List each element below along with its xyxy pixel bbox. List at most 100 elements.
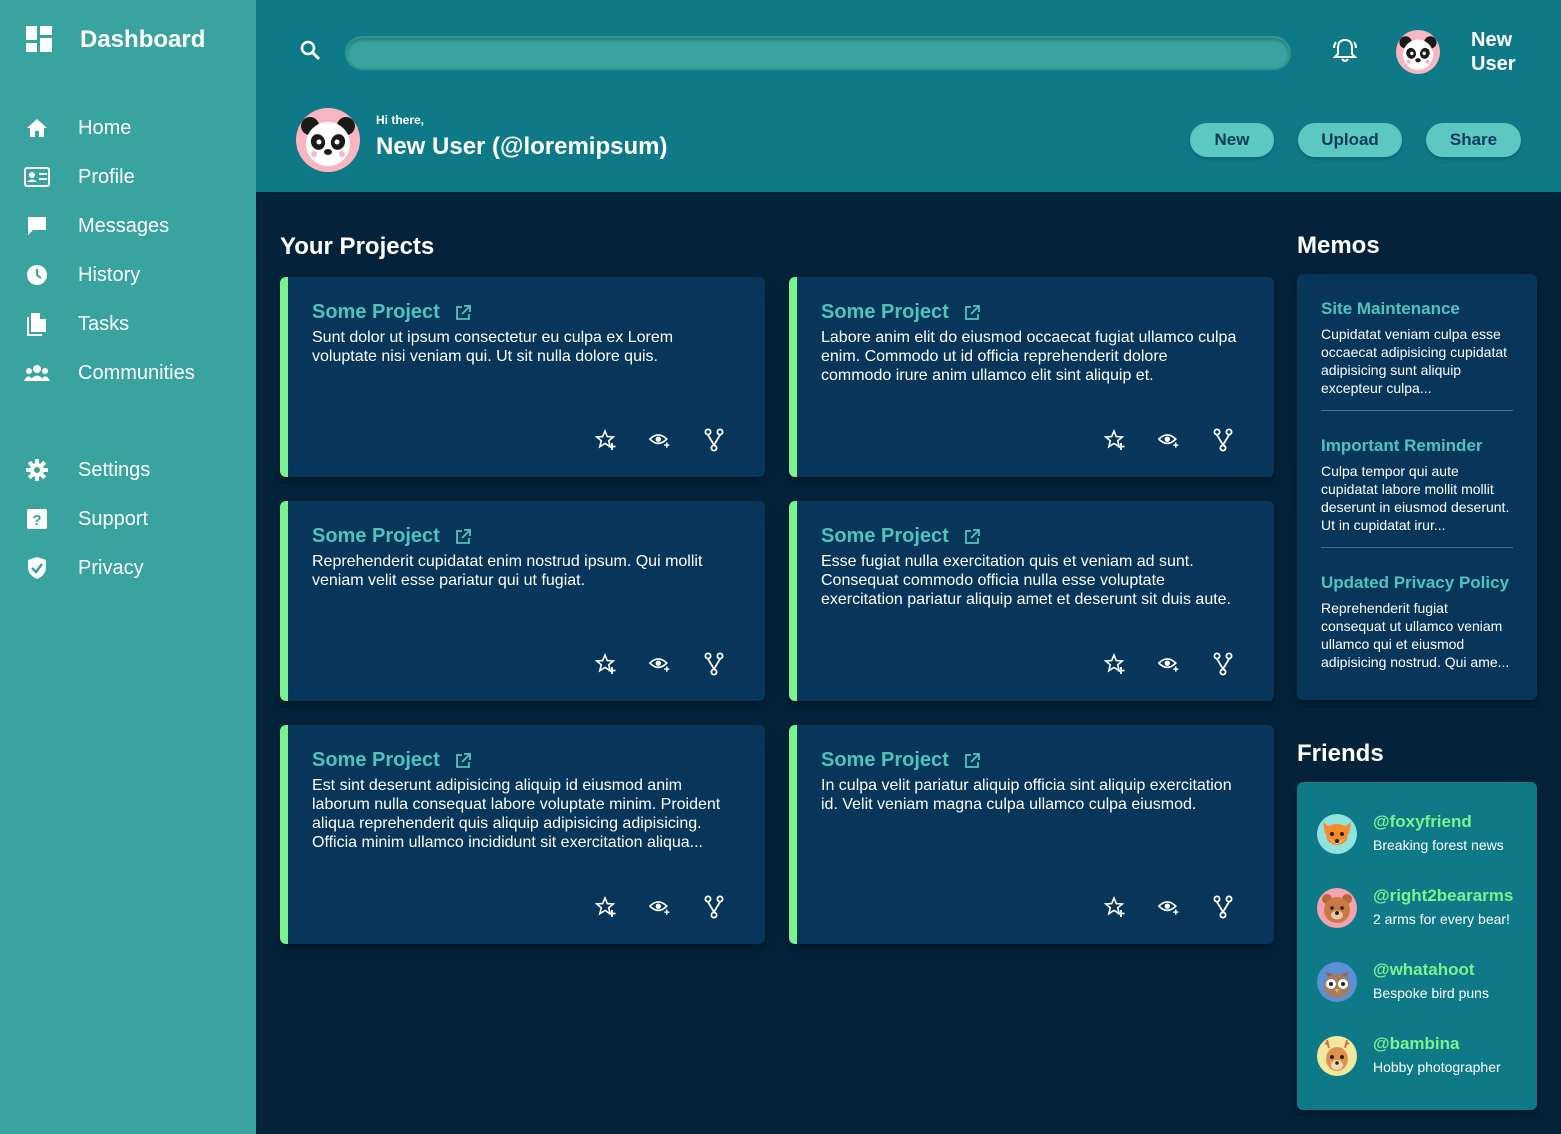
profile-full-name: New User (@loremipsum) — [376, 133, 668, 160]
friend-status: Breaking forest news — [1373, 837, 1504, 853]
project-card[interactable]: Some Project In culpa velit pariatur aliq… — [789, 725, 1274, 944]
upload-button[interactable]: Upload — [1298, 123, 1402, 157]
friend-item[interactable]: @right2beararms 2 arms for every bear! — [1317, 886, 1527, 936]
project-title[interactable]: Some Project — [312, 525, 472, 548]
fork-icon[interactable] — [703, 652, 725, 676]
fork-icon[interactable] — [1212, 652, 1234, 676]
document-icon — [24, 312, 50, 336]
external-link-icon[interactable] — [963, 528, 981, 546]
project-card[interactable]: Some Project Sunt dolor ut ipsum consecte… — [280, 277, 765, 477]
project-actions — [563, 652, 725, 676]
greeting: Hi there, — [376, 113, 425, 127]
watch-icon[interactable] — [1158, 429, 1180, 451]
project-title[interactable]: Some Project — [821, 525, 981, 548]
star-icon[interactable] — [1104, 896, 1126, 918]
star-icon[interactable] — [1104, 653, 1126, 675]
fork-icon[interactable] — [1212, 895, 1234, 919]
memo-text: Culpa tempor qui aute cupidatat labore m… — [1321, 463, 1510, 533]
friend-status: Hobby photographer — [1373, 1059, 1501, 1075]
project-description: Esse fugiat nulla exercitation quis et v… — [821, 553, 1232, 608]
external-link-icon[interactable] — [454, 304, 472, 322]
project-title-text: Some Project — [312, 525, 440, 547]
sidebar-item-communities[interactable]: Communities — [0, 353, 256, 393]
brand-title: Dashboard — [80, 26, 206, 53]
sidebar-item-label: History — [78, 264, 141, 286]
project-title-text: Some Project — [312, 749, 440, 771]
fox-avatar-icon — [1317, 814, 1357, 854]
friend-handle: @foxyfriend — [1373, 812, 1472, 831]
sidebar-item-label: Profile — [78, 166, 135, 188]
sidebar-item-support[interactable]: ? Support — [0, 499, 256, 539]
friend-status: 2 arms for every bear! — [1373, 911, 1510, 927]
avatar[interactable] — [1396, 30, 1440, 74]
fork-icon[interactable] — [703, 895, 725, 919]
project-actions — [563, 428, 725, 452]
watch-icon[interactable] — [649, 429, 671, 451]
project-description: Labore anim elit do eiusmod occaecat fug… — [821, 329, 1237, 384]
friend-item[interactable]: @whatahoot Bespoke bird puns — [1317, 960, 1527, 1010]
clock-icon — [24, 263, 50, 287]
sidebar-item-label: Communities — [78, 362, 195, 384]
project-card[interactable]: Some Project Reprehenderit cupidatat enim… — [280, 501, 765, 701]
sidebar-item-label: Settings — [78, 459, 151, 481]
project-actions — [1072, 428, 1234, 452]
header-user-name[interactable]: New User — [1471, 28, 1541, 76]
external-link-icon[interactable] — [454, 528, 472, 546]
owl-avatar-icon — [1317, 962, 1357, 1002]
profile-card-icon — [24, 165, 50, 189]
sidebar: Dashboard Home Profile Messages History … — [0, 0, 256, 1134]
friends-title: Friends — [1297, 740, 1384, 767]
external-link-icon[interactable] — [963, 752, 981, 770]
project-description: Est sint deserunt adipisicing aliquip id… — [312, 777, 721, 851]
share-button[interactable]: Share — [1426, 123, 1521, 157]
watch-icon[interactable] — [1158, 896, 1180, 918]
watch-icon[interactable] — [1158, 653, 1180, 675]
project-card[interactable]: Some Project Esse fugiat nulla exercitati… — [789, 501, 1274, 701]
bell-icon[interactable] — [1332, 36, 1358, 69]
fork-icon[interactable] — [703, 428, 725, 452]
project-title-text: Some Project — [312, 301, 440, 323]
star-icon[interactable] — [595, 653, 617, 675]
projects-title: Your Projects — [280, 233, 435, 260]
memo-item[interactable]: Site Maintenance Cupidatat veniam culpa … — [1321, 299, 1513, 397]
friend-item[interactable]: @bambina Hobby photographer — [1317, 1034, 1527, 1084]
deer-avatar-icon — [1317, 1036, 1357, 1076]
star-icon[interactable] — [595, 429, 617, 451]
profile-avatar — [296, 108, 360, 172]
project-actions — [563, 895, 725, 919]
project-title-text: Some Project — [821, 749, 949, 771]
project-card[interactable]: Some Project Labore anim elit do eiusmod … — [789, 277, 1274, 477]
project-title[interactable]: Some Project — [821, 301, 981, 324]
project-card[interactable]: Some Project Est sint deserunt adipisicin… — [280, 725, 765, 944]
project-description: Sunt dolor ut ipsum consectetur eu culpa… — [312, 329, 674, 365]
project-description: Reprehenderit cupidatat enim nostrud ips… — [312, 553, 703, 589]
sidebar-item-profile[interactable]: Profile — [0, 157, 256, 197]
project-title[interactable]: Some Project — [821, 749, 981, 772]
project-title[interactable]: Some Project — [312, 301, 472, 324]
star-icon[interactable] — [1104, 429, 1126, 451]
sidebar-item-history[interactable]: History — [0, 255, 256, 295]
sidebar-item-label: Privacy — [78, 557, 144, 579]
project-actions — [1072, 895, 1234, 919]
external-link-icon[interactable] — [454, 752, 472, 770]
sidebar-item-settings[interactable]: Settings — [0, 450, 256, 490]
memo-item[interactable]: Important Reminder Culpa tempor qui aute… — [1321, 436, 1513, 534]
fork-icon[interactable] — [1212, 428, 1234, 452]
search-icon[interactable] — [300, 40, 322, 67]
friend-item[interactable]: @foxyfriend Breaking forest news — [1317, 812, 1527, 862]
watch-icon[interactable] — [649, 896, 671, 918]
external-link-icon[interactable] — [963, 304, 981, 322]
star-icon[interactable] — [595, 896, 617, 918]
sidebar-item-home[interactable]: Home — [0, 108, 256, 148]
memo-title: Updated Privacy Policy — [1321, 573, 1510, 592]
sidebar-item-messages[interactable]: Messages — [0, 206, 256, 246]
sidebar-item-tasks[interactable]: Tasks — [0, 304, 256, 344]
search-input[interactable] — [345, 36, 1291, 70]
sidebar-item-privacy[interactable]: Privacy — [0, 548, 256, 588]
memo-item[interactable]: Updated Privacy Policy Reprehenderit fug… — [1321, 573, 1513, 671]
new-button[interactable]: New — [1190, 123, 1274, 157]
brand[interactable]: Dashboard — [26, 26, 205, 53]
svg-text:?: ? — [32, 512, 41, 529]
watch-icon[interactable] — [649, 653, 671, 675]
project-title[interactable]: Some Project — [312, 749, 472, 772]
